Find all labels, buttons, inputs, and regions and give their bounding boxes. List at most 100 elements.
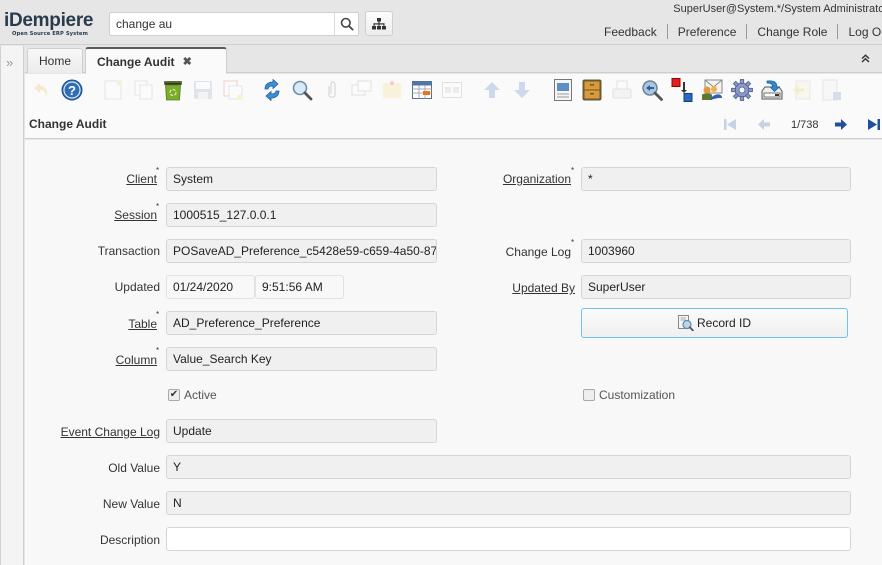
- collapse-header-button[interactable]: [861, 54, 870, 66]
- double-chevron-up-icon: [861, 54, 870, 63]
- session-field[interactable]: 1000515_127.0.0.1: [166, 203, 437, 227]
- transaction-field[interactable]: POSaveAD_Preference_c5428e59-c659-4a50-8…: [166, 239, 437, 263]
- updated-time-field[interactable]: 9:51:56 AM: [255, 275, 344, 299]
- delete-button[interactable]: [161, 78, 185, 102]
- detail-record-button[interactable]: [510, 78, 534, 102]
- tab-home[interactable]: Home: [27, 48, 83, 73]
- copy-record-icon: [134, 80, 153, 100]
- table-field[interactable]: AD_Preference_Preference: [166, 311, 437, 335]
- file-import-button[interactable]: [790, 78, 814, 102]
- help-toolbar-button[interactable]: ?: [60, 78, 84, 102]
- tab-change-audit-label: Change Audit: [97, 54, 175, 69]
- customization-checkbox[interactable]: Customization: [583, 388, 675, 402]
- logo-tagline: Open Source ERP System: [12, 31, 89, 37]
- new-value-field[interactable]: N: [166, 491, 851, 515]
- postit-button[interactable]: [380, 78, 404, 102]
- requests-icon: [702, 79, 723, 100]
- updated-by-label[interactable]: Updated By: [512, 281, 575, 295]
- grid-toggle-button[interactable]: [410, 78, 434, 102]
- client-field[interactable]: System: [166, 167, 437, 191]
- refresh-icon: [264, 79, 280, 101]
- active-workflows-button[interactable]: [670, 78, 694, 102]
- tab-change-audit[interactable]: Change Audit ✖: [85, 47, 227, 74]
- postit-icon: [383, 81, 401, 98]
- copy-record-button[interactable]: [132, 78, 156, 102]
- old-value-field[interactable]: Y: [166, 455, 851, 479]
- logo-text: iDempiere: [4, 10, 94, 31]
- next-record-button[interactable]: [834, 118, 848, 134]
- description-field[interactable]: [166, 527, 851, 551]
- delete-icon: [164, 81, 182, 101]
- organization-field[interactable]: *: [581, 167, 851, 191]
- print-icon: [612, 80, 632, 99]
- client-label[interactable]: Client: [126, 172, 157, 186]
- export-button[interactable]: [760, 78, 784, 102]
- svg-text:?: ?: [68, 83, 76, 98]
- search-button[interactable]: [334, 13, 358, 35]
- save-button[interactable]: [191, 78, 215, 102]
- attachment-button[interactable]: [320, 78, 344, 102]
- global-search-input[interactable]: [110, 13, 335, 35]
- save-icon: [194, 81, 212, 99]
- arrow-down-icon: [514, 82, 530, 98]
- header-links: Feedback Preference Change Role Log Out: [604, 24, 882, 39]
- change-log-label: Change Log: [505, 245, 571, 259]
- report-button[interactable]: [551, 78, 575, 102]
- updated-date-field[interactable]: 01/24/2020: [166, 275, 255, 299]
- chat-button[interactable]: [350, 78, 374, 102]
- undo-button[interactable]: [30, 78, 54, 102]
- record-id-button[interactable]: Record ID: [581, 308, 848, 338]
- archive-button[interactable]: [580, 78, 604, 102]
- organization-label[interactable]: Organization: [503, 172, 571, 186]
- new-record-button[interactable]: [101, 78, 125, 102]
- updated-by-field[interactable]: SuperUser: [581, 275, 851, 299]
- session-label[interactable]: Session: [114, 208, 157, 222]
- refresh-button[interactable]: [260, 78, 284, 102]
- west-panel-collapsed: »: [0, 46, 24, 565]
- event-change-log-field[interactable]: Update: [166, 419, 437, 443]
- gear-icon: [731, 79, 753, 101]
- previous-record-button[interactable]: [757, 118, 771, 134]
- record-position: 1/738: [791, 119, 819, 131]
- updated-label: Updated: [114, 280, 160, 294]
- feedback-link[interactable]: Feedback: [604, 25, 657, 39]
- column-label[interactable]: Column: [116, 353, 157, 367]
- print-button[interactable]: [610, 78, 634, 102]
- expand-panel-icon[interactable]: »: [6, 55, 13, 70]
- active-checkbox[interactable]: ✔ Active: [168, 388, 217, 402]
- record-form: Client * System Organization * * Session…: [25, 140, 882, 565]
- report-icon: [554, 79, 572, 101]
- required-marker: *: [156, 166, 160, 175]
- new-record-icon: [104, 80, 122, 100]
- window-titlebar: Change Audit 1/738: [25, 106, 882, 139]
- close-tab-icon[interactable]: ✖: [183, 55, 192, 68]
- menu-tree-button[interactable]: [365, 11, 393, 36]
- customize-button[interactable]: [820, 78, 844, 102]
- undo-icon: [34, 83, 48, 97]
- process-button[interactable]: [730, 78, 754, 102]
- preference-link[interactable]: Preference: [678, 25, 737, 39]
- required-marker: *: [571, 166, 575, 175]
- find-button[interactable]: [290, 78, 314, 102]
- requests-button[interactable]: [700, 78, 724, 102]
- table-label[interactable]: Table: [128, 317, 157, 331]
- customization-label: Customization: [599, 388, 676, 402]
- event-change-log-label[interactable]: Event Change Log: [61, 425, 160, 439]
- change-log-field[interactable]: 1003960: [581, 239, 851, 263]
- customize-icon: [822, 79, 841, 101]
- column-field[interactable]: Value_Search Key: [166, 347, 437, 371]
- zoom-across-button[interactable]: [640, 78, 664, 102]
- last-record-button[interactable]: [867, 118, 881, 134]
- log-out-link[interactable]: Log Out: [848, 25, 882, 39]
- multi-view-button[interactable]: [440, 78, 464, 102]
- idempiere-logo[interactable]: iDempiere Open Source ERP System: [4, 10, 106, 38]
- tab-home-label: Home: [38, 54, 71, 68]
- first-record-button[interactable]: [723, 118, 737, 134]
- parent-record-button[interactable]: [480, 78, 504, 102]
- zoom-record-icon: [677, 315, 694, 331]
- save-create-button[interactable]: [221, 78, 245, 102]
- window-title: Change Audit: [29, 117, 107, 131]
- change-role-link[interactable]: Change Role: [757, 25, 827, 39]
- old-value-label: Old Value: [108, 461, 160, 475]
- user-info[interactable]: SuperUser@System.*/System Administrator: [673, 3, 882, 15]
